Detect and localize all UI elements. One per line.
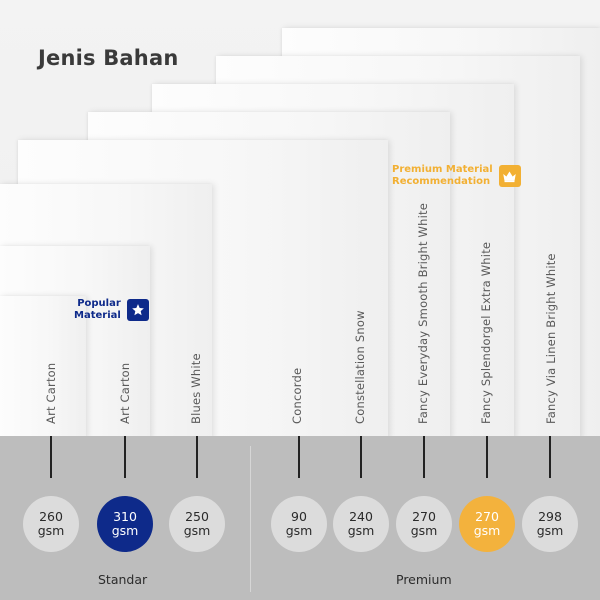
premium-badge-text: Premium Material Recommendation xyxy=(392,164,493,188)
gsm-unit: gsm xyxy=(347,523,375,538)
gsm-value: 270 xyxy=(412,509,436,524)
material-label: Concorde xyxy=(290,367,304,424)
material-label: Fancy Everyday Smooth Bright White xyxy=(416,203,430,424)
premium-badge-line1: Premium Material xyxy=(392,164,493,175)
page-title: Jenis Bahan xyxy=(38,46,179,70)
gsm-unit: gsm xyxy=(183,523,211,538)
connector-tick xyxy=(124,436,126,478)
gsm-circle: 90 gsm xyxy=(271,496,327,552)
gsm-circle: 298 gsm xyxy=(522,496,578,552)
gsm-value: 310 xyxy=(113,509,137,524)
connector-tick xyxy=(486,436,488,478)
star-icon xyxy=(126,299,149,321)
material-label: Fancy Via Linen Bright White xyxy=(544,253,558,424)
gsm-circle-highlight: 310 gsm xyxy=(97,496,153,552)
crown-icon xyxy=(498,165,521,187)
gsm-circle: 270 gsm xyxy=(396,496,452,552)
gsm-circle: 250 gsm xyxy=(169,496,225,552)
popular-material-badge: Popular Material xyxy=(74,298,149,322)
connector-tick xyxy=(423,436,425,478)
gsm-circle: 260 gsm xyxy=(23,496,79,552)
popular-badge-line2: Material xyxy=(74,310,121,321)
group-label-standar: Standar xyxy=(98,572,148,587)
material-label: Art Carton xyxy=(44,362,58,424)
gsm-unit: gsm xyxy=(536,523,564,538)
material-label: Art Carton xyxy=(118,362,132,424)
gsm-value: 270 xyxy=(475,509,499,524)
gsm-unit: gsm xyxy=(285,523,313,538)
gsm-unit: gsm xyxy=(410,523,438,538)
connector-tick xyxy=(50,436,52,478)
premium-material-badge: Premium Material Recommendation xyxy=(392,164,521,188)
connector-tick xyxy=(360,436,362,478)
gsm-value: 250 xyxy=(185,509,209,524)
gsm-unit: gsm xyxy=(111,523,139,538)
group-label-premium: Premium xyxy=(396,572,452,587)
premium-badge-line2: Recommendation xyxy=(392,176,491,187)
connector-tick xyxy=(196,436,198,478)
gsm-circle: 240 gsm xyxy=(333,496,389,552)
gsm-value: 298 xyxy=(538,509,562,524)
connector-tick xyxy=(549,436,551,478)
material-label: Constellation Snow xyxy=(353,310,367,424)
connector-tick xyxy=(298,436,300,478)
gsm-value: 260 xyxy=(39,509,63,524)
popular-badge-text: Popular Material xyxy=(74,298,121,322)
gsm-value: 240 xyxy=(349,509,373,524)
material-label: Blues White xyxy=(189,353,203,424)
material-label: Fancy Splendorgel Extra White xyxy=(479,241,493,424)
gsm-unit: gsm xyxy=(473,523,501,538)
popular-badge-line1: Popular xyxy=(77,298,121,309)
gsm-circle-highlight: 270 gsm xyxy=(459,496,515,552)
gsm-value: 90 xyxy=(291,509,307,524)
gsm-unit: gsm xyxy=(37,523,65,538)
group-divider xyxy=(250,446,251,592)
